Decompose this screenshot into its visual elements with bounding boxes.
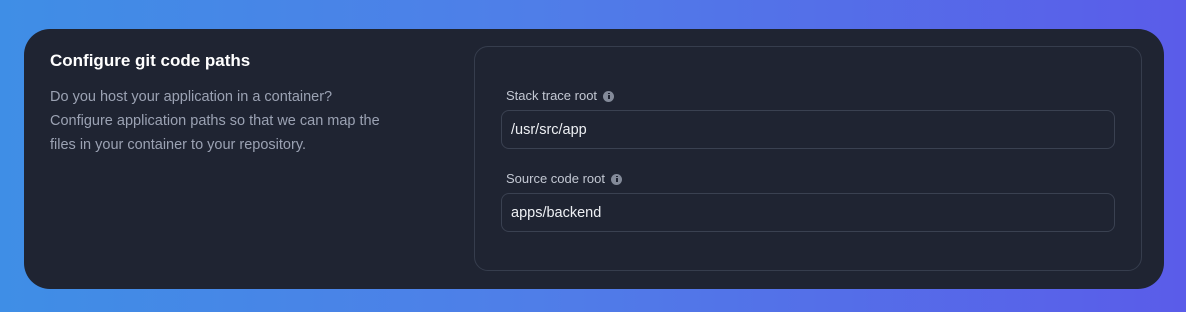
source-code-root-field: Source code root: [501, 171, 1115, 232]
stack-trace-root-input[interactable]: [501, 110, 1115, 149]
section-intro: Configure git code paths Do you host you…: [50, 51, 390, 157]
section-description: Do you host your application in a contai…: [50, 89, 380, 153]
settings-card: Configure git code paths Do you host you…: [24, 29, 1164, 289]
code-paths-panel: Stack trace root Source code root: [474, 46, 1142, 271]
stack-trace-root-field: Stack trace root: [501, 88, 1115, 149]
source-code-root-label: Source code root: [506, 171, 606, 186]
stack-trace-root-label-row: Stack trace root: [506, 88, 1115, 104]
section-title: Configure git code paths: [50, 51, 251, 70]
source-code-root-input[interactable]: [501, 193, 1115, 232]
info-icon[interactable]: [603, 90, 615, 102]
stack-trace-root-label: Stack trace root: [506, 88, 598, 103]
info-icon[interactable]: [611, 173, 623, 185]
source-code-root-label-row: Source code root: [506, 171, 1115, 187]
